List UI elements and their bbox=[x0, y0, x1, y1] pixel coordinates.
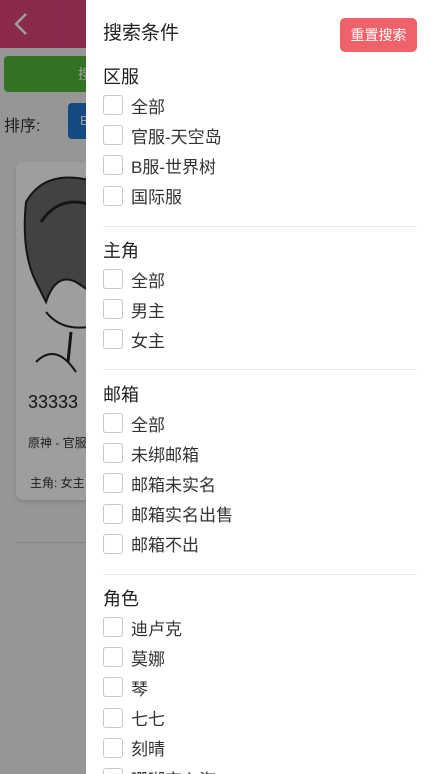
option-email-unbound[interactable]: 未绑邮箱 bbox=[103, 438, 417, 468]
option-character-keqing[interactable]: 刻晴 bbox=[103, 733, 417, 763]
option-character-qiqi[interactable]: 七七 bbox=[103, 703, 417, 733]
option-label: 全部 bbox=[131, 97, 165, 117]
option-label: 国际服 bbox=[131, 188, 182, 208]
checkbox[interactable] bbox=[103, 617, 123, 638]
option-email-verified-sale[interactable]: 邮箱实名出售 bbox=[103, 499, 417, 529]
option-label: 莫娜 bbox=[131, 649, 165, 669]
checkbox[interactable] bbox=[103, 443, 123, 464]
option-label: 珊瑚宫心海 bbox=[131, 766, 216, 774]
section-email: 邮箱 全部 未绑邮箱 邮箱未实名 邮箱实名出售 邮箱不出 bbox=[103, 382, 417, 559]
checkbox[interactable] bbox=[103, 95, 123, 116]
reset-search-button[interactable]: 重置搜索 bbox=[340, 18, 417, 52]
checkbox[interactable] bbox=[103, 125, 123, 146]
checkbox[interactable] bbox=[103, 707, 123, 728]
option-server-bilibili[interactable]: B服-世界树 bbox=[103, 150, 417, 180]
filter-drawer: 搜索条件 重置搜索 区服 全部 官服-天空岛 B服-世界树 国际服 主角 全部 … bbox=[86, 0, 431, 774]
option-label: B服-世界树 bbox=[131, 157, 216, 177]
option-character-jean[interactable]: 琴 bbox=[103, 672, 417, 702]
option-label: 邮箱不出 bbox=[131, 536, 199, 556]
option-server-official[interactable]: 官服-天空岛 bbox=[103, 120, 417, 150]
checkbox[interactable] bbox=[103, 473, 123, 494]
option-label: 邮箱实名出售 bbox=[131, 506, 233, 526]
checkbox[interactable] bbox=[103, 533, 123, 554]
checkbox[interactable] bbox=[103, 155, 123, 176]
option-label: 邮箱未实名 bbox=[131, 475, 216, 495]
option-label: 男主 bbox=[131, 301, 165, 321]
option-label: 女主 bbox=[131, 331, 165, 351]
option-character-diluc[interactable]: 迪卢克 bbox=[103, 612, 417, 642]
option-server-all[interactable]: 全部 bbox=[103, 90, 417, 120]
option-email-all[interactable]: 全部 bbox=[103, 408, 417, 438]
option-label: 官服-天空岛 bbox=[131, 127, 222, 147]
option-label: 七七 bbox=[131, 710, 165, 730]
section-title: 区服 bbox=[103, 67, 139, 87]
checkbox[interactable] bbox=[103, 768, 123, 774]
checkbox[interactable] bbox=[103, 299, 123, 320]
checkbox[interactable] bbox=[103, 647, 123, 668]
option-server-international[interactable]: 国际服 bbox=[103, 181, 417, 211]
option-label: 全部 bbox=[131, 415, 165, 435]
checkbox[interactable] bbox=[103, 677, 123, 698]
section-characters: 角色 迪卢克 莫娜 琴 七七 刻晴 珊瑚宫心海 bbox=[103, 586, 417, 774]
checkbox[interactable] bbox=[103, 185, 123, 206]
option-protagonist-all[interactable]: 全部 bbox=[103, 264, 417, 294]
option-label: 迪卢克 bbox=[131, 619, 182, 639]
checkbox[interactable] bbox=[103, 503, 123, 524]
section-title: 主角 bbox=[103, 241, 139, 261]
option-label: 琴 bbox=[131, 679, 148, 699]
option-character-mona[interactable]: 莫娜 bbox=[103, 642, 417, 672]
option-protagonist-female[interactable]: 女主 bbox=[103, 324, 417, 354]
section-title: 角色 bbox=[103, 589, 139, 609]
checkbox[interactable] bbox=[103, 413, 123, 434]
option-label: 全部 bbox=[131, 271, 165, 291]
drawer-title: 搜索条件 bbox=[103, 23, 180, 44]
section-divider bbox=[103, 369, 417, 370]
option-label: 刻晴 bbox=[131, 740, 165, 760]
section-divider bbox=[103, 574, 417, 575]
section-server: 区服 全部 官服-天空岛 B服-世界树 国际服 bbox=[103, 64, 417, 211]
option-label: 未绑邮箱 bbox=[131, 445, 199, 465]
option-protagonist-male[interactable]: 男主 bbox=[103, 294, 417, 324]
section-title: 邮箱 bbox=[103, 385, 139, 405]
checkbox[interactable] bbox=[103, 737, 123, 758]
option-email-not-included[interactable]: 邮箱不出 bbox=[103, 529, 417, 559]
section-protagonist: 主角 全部 男主 女主 bbox=[103, 238, 417, 355]
checkbox[interactable] bbox=[103, 329, 123, 350]
option-email-unverified[interactable]: 邮箱未实名 bbox=[103, 468, 417, 498]
section-divider bbox=[103, 226, 417, 227]
checkbox[interactable] bbox=[103, 269, 123, 290]
option-character-kokomi[interactable]: 珊瑚宫心海 bbox=[103, 763, 417, 774]
